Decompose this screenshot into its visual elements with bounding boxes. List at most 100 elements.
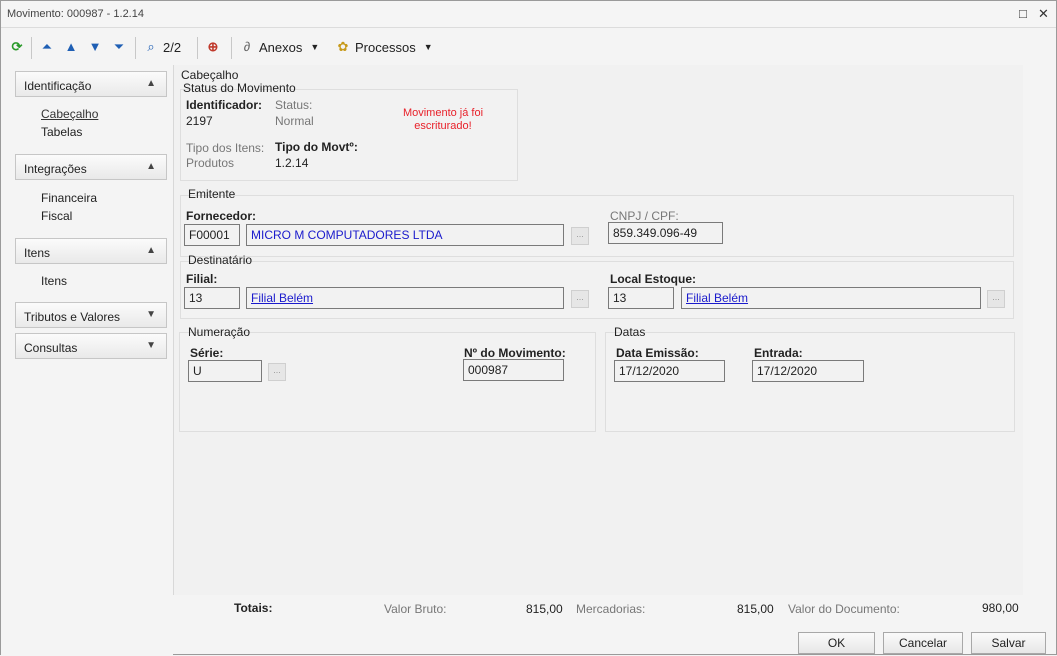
serie-label: Série:: [190, 346, 224, 360]
totals-label: Totais:: [234, 601, 273, 615]
numero-movimento-field[interactable]: 000987: [463, 359, 564, 381]
emitente-title: Emitente: [188, 187, 236, 201]
ok-button[interactable]: OK: [798, 632, 875, 654]
serie-lookup-button[interactable]: ...: [268, 363, 286, 381]
last-record-icon: ⏷: [113, 39, 125, 54]
cnpj-label: CNPJ / CPF:: [610, 209, 679, 223]
main-content: Cabeçalho Status do Movimento Identifica…: [173, 65, 1023, 595]
local-estoque-label: Local Estoque:: [610, 272, 697, 286]
filial-lookup-button[interactable]: ...: [571, 290, 589, 308]
section-title: Cabeçalho: [181, 68, 239, 82]
save-button[interactable]: Salvar: [971, 632, 1046, 654]
valor-bruto-value: 815,00: [526, 602, 563, 616]
identificador-value: 2197: [186, 114, 213, 128]
nav-section-consultas[interactable]: Consultas ▼: [15, 333, 167, 359]
valor-bruto-label: Valor Bruto:: [384, 602, 447, 616]
cnpj-field[interactable]: 859.349.096-49: [608, 222, 723, 244]
tipo-movto-value: 1.2.14: [275, 156, 309, 170]
serie-field[interactable]: U: [188, 360, 262, 382]
mercadorias-label: Mercadorias:: [576, 602, 646, 616]
previous-record-button[interactable]: ▲: [63, 37, 79, 57]
previous-record-icon: ▲: [64, 39, 78, 54]
first-record-button[interactable]: ⏶: [39, 37, 55, 57]
tipo-movto-label: Tipo do Movtº:: [275, 140, 358, 154]
data-entrada-label: Entrada:: [754, 346, 803, 360]
next-record-button[interactable]: ▼: [87, 37, 103, 57]
refresh-button[interactable]: ⟳: [9, 37, 25, 57]
local-lookup-button[interactable]: ...: [987, 290, 1005, 308]
binoculars-icon: ⌕: [147, 39, 155, 54]
tipo-itens-value: Produtos: [186, 156, 235, 170]
last-record-button[interactable]: ⏷: [111, 37, 127, 57]
fornecedor-code-field[interactable]: F00001: [184, 224, 240, 246]
fornecedor-name-field[interactable]: MICRO M COMPUTADORES LTDA: [246, 224, 564, 246]
status-label: Status:: [275, 98, 313, 112]
find-button[interactable]: ⌕ 2/2: [143, 37, 181, 57]
nav-section-label: Itens: [24, 246, 51, 260]
chevron-up-icon: ▲: [146, 245, 156, 256]
chevron-up-icon: ▲: [146, 161, 156, 172]
datas-title: Datas: [614, 325, 646, 339]
identificador-label: Identificador:: [186, 98, 263, 112]
nav-item-cabecalho[interactable]: Cabeçalho: [41, 107, 98, 121]
first-record-icon: ⏶: [41, 39, 53, 54]
navigation-panel: Identificação ▲ Cabeçalho Tabelas Integr…: [1, 65, 173, 656]
filial-code-field[interactable]: 13: [184, 287, 240, 309]
nav-section-itens[interactable]: Itens ▲: [15, 238, 167, 264]
close-button[interactable]: ✕: [1038, 6, 1049, 22]
nav-section-label: Tributos e Valores: [24, 310, 121, 324]
nav-section-integracoes[interactable]: Integrações ▲: [15, 154, 167, 180]
filial-label: Filial:: [186, 272, 218, 286]
nav-item-tabelas[interactable]: Tabelas: [41, 125, 82, 139]
mercadorias-value: 815,00: [737, 602, 774, 616]
totals-bar: Totais: Valor Bruto: 815,00 Mercadorias:…: [173, 595, 1057, 623]
nav-item-fiscal[interactable]: Fiscal: [41, 209, 72, 223]
paperclip-icon: ∂: [243, 39, 251, 54]
title-bar: Movimento: 000987 - 1.2.14 □ ✕: [1, 1, 1056, 28]
nav-section-label: Consultas: [24, 341, 78, 355]
chevron-down-icon: ▼: [423, 42, 433, 52]
nav-section-identificacao[interactable]: Identificação ▲: [15, 71, 167, 97]
next-record-icon: ▼: [88, 39, 102, 54]
fornecedor-label: Fornecedor:: [186, 209, 257, 223]
destinatario-title: Destinatário: [188, 253, 253, 267]
data-emissao-field[interactable]: 17/12/2020: [614, 360, 725, 382]
tipo-itens-label: Tipo dos Itens:: [186, 141, 265, 155]
fornecedor-lookup-button[interactable]: ...: [571, 227, 589, 245]
chevron-down-icon: ▼: [146, 309, 156, 320]
toolbar-separator: [197, 37, 198, 59]
anexos-button[interactable]: ∂ Anexos ▼: [239, 37, 320, 57]
local-code-field[interactable]: 13: [608, 287, 674, 309]
zoom-button[interactable]: ⊕: [205, 37, 221, 57]
anexos-label: Anexos: [259, 39, 303, 55]
toolbar: ⟳ ⏶ ▲ ▼ ⏷ ⌕ 2/2 ⊕ ∂ Anexos ▼ ✿ Processos…: [1, 29, 1056, 65]
chevron-down-icon: ▼: [310, 42, 320, 52]
data-entrada-field[interactable]: 17/12/2020: [752, 360, 864, 382]
cancel-button[interactable]: Cancelar: [883, 632, 963, 654]
nav-item-itens[interactable]: Itens: [41, 274, 67, 288]
numero-movimento-label: Nº do Movimento:: [464, 346, 566, 360]
status-value: Normal: [275, 114, 314, 128]
local-name-field[interactable]: Filial Belém: [681, 287, 981, 309]
status-group-title: Status do Movimento: [183, 81, 296, 95]
movimento-window: Movimento: 000987 - 1.2.14 □ ✕ ⟳ ⏶ ▲ ▼ ⏷…: [0, 0, 1057, 656]
nav-item-financeira[interactable]: Financeira: [41, 191, 97, 205]
processos-icon: ✿: [337, 39, 349, 54]
filial-name-field[interactable]: Filial Belém: [246, 287, 564, 309]
restore-button[interactable]: □: [1019, 6, 1027, 21]
processos-button[interactable]: ✿ Processos ▼: [335, 37, 433, 57]
processos-label: Processos: [355, 39, 416, 55]
escriturado-message: Movimento já foi escriturado!: [402, 107, 484, 132]
nav-section-tributos[interactable]: Tributos e Valores ▼: [15, 302, 167, 328]
chevron-down-icon: ▼: [146, 340, 156, 351]
magnifier-icon: ⊕: [207, 39, 219, 54]
chevron-up-icon: ▲: [146, 78, 156, 89]
page-counter: 2/2: [163, 39, 182, 55]
toolbar-separator: [31, 37, 32, 59]
data-emissao-label: Data Emissão:: [616, 346, 699, 360]
refresh-icon: ⟳: [11, 39, 23, 54]
window-title: Movimento: 000987 - 1.2.14: [7, 8, 144, 20]
valor-documento-value: 980,00: [982, 601, 1019, 615]
toolbar-separator: [231, 37, 232, 59]
toolbar-separator: [135, 37, 136, 59]
